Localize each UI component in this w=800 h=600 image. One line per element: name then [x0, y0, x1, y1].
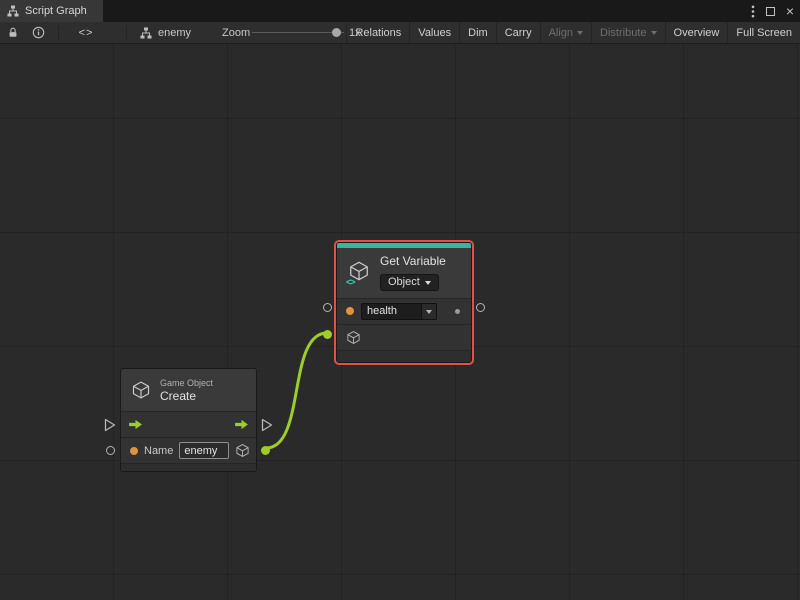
- node-category: Game Object: [160, 378, 213, 388]
- values-button[interactable]: Values: [409, 22, 459, 43]
- toolbar-buttons: Relations Values Dim Carry Align Distrib…: [346, 22, 800, 43]
- node-title: Get Variable: [380, 254, 446, 268]
- distribute-button[interactable]: Distribute: [591, 22, 664, 43]
- chevron-down-icon: [651, 31, 657, 38]
- zoom-slider-knob[interactable]: [332, 28, 341, 37]
- graph-toolbar: <> enemy Zoom 1x Relations Values Dim Ca…: [0, 22, 800, 44]
- toolbar-separator: [126, 25, 127, 40]
- graph-canvas[interactable]: Game Object Create Name <>: [0, 44, 800, 600]
- node-footer: [121, 464, 256, 471]
- output-port-dot-icon: [455, 309, 460, 314]
- flow-in-arrow-icon: [128, 419, 143, 430]
- node-footer: [337, 351, 471, 362]
- graph-icon: [7, 5, 19, 17]
- name-label: Name: [144, 445, 173, 457]
- game-object-output-icon: [235, 443, 250, 458]
- graph-name: enemy: [158, 27, 191, 39]
- relations-button[interactable]: Relations: [346, 22, 409, 43]
- variable-name: health: [362, 304, 421, 319]
- chevron-down-icon: [577, 31, 583, 38]
- window-controls: ×: [751, 0, 794, 22]
- align-button[interactable]: Align: [540, 22, 591, 43]
- tab-script-graph[interactable]: Script Graph: [0, 0, 103, 22]
- node-get-variable[interactable]: <> Get Variable Object health: [336, 242, 472, 363]
- flow-out-arrow-icon: [234, 419, 249, 430]
- window-titlebar: Script Graph ×: [0, 0, 800, 22]
- variable-name-row: health: [337, 299, 471, 325]
- value-port-dot-icon: [130, 447, 138, 455]
- full-screen-button[interactable]: Full Screen: [727, 22, 800, 43]
- game-object-icon: [131, 380, 151, 400]
- zoom-slider[interactable]: [252, 22, 344, 43]
- close-icon[interactable]: ×: [786, 4, 794, 18]
- chevron-down-icon: [421, 304, 436, 319]
- lock-icon[interactable]: [5, 22, 21, 43]
- node-title: Create: [160, 389, 213, 403]
- value-output-port[interactable]: [476, 303, 485, 312]
- toolbar-separator: [58, 25, 59, 40]
- menu-kebab-icon[interactable]: [751, 5, 755, 18]
- code-badge-icon: <>: [346, 277, 355, 287]
- carry-button[interactable]: Carry: [496, 22, 540, 43]
- dim-button[interactable]: Dim: [459, 22, 496, 43]
- variable-name-dropdown[interactable]: health: [361, 303, 437, 320]
- variable-scope-dropdown[interactable]: Object: [380, 274, 439, 291]
- name-input[interactable]: [179, 442, 229, 459]
- control-flow-row: [121, 412, 256, 438]
- object-input-port[interactable]: [323, 330, 332, 339]
- graph-icon: [140, 27, 152, 39]
- game-object-output-port[interactable]: [261, 446, 270, 455]
- node-create-header[interactable]: Game Object Create: [121, 369, 256, 412]
- control-input-port[interactable]: [104, 418, 116, 432]
- graph-reference[interactable]: enemy: [140, 22, 191, 43]
- overview-button[interactable]: Overview: [665, 22, 728, 43]
- chevron-down-icon: [425, 281, 431, 288]
- variable-scope: Object: [388, 276, 420, 288]
- node-get-variable-header[interactable]: <> Get Variable Object: [337, 248, 471, 299]
- value-input-port[interactable]: [106, 446, 115, 455]
- object-input-row: [337, 325, 471, 351]
- info-icon[interactable]: [30, 22, 46, 43]
- zoom-slider-track: [252, 32, 344, 33]
- value-input-port[interactable]: [323, 303, 332, 312]
- tab-title: Script Graph: [25, 5, 87, 17]
- zoom-label: Zoom: [222, 22, 250, 43]
- game-object-input-icon: [346, 330, 361, 345]
- node-create-game-object[interactable]: Game Object Create Name: [120, 368, 257, 472]
- control-output-port[interactable]: [261, 418, 273, 432]
- get-variable-icon: <>: [348, 260, 372, 284]
- maximize-icon[interactable]: [766, 7, 775, 16]
- code-view-icon[interactable]: <>: [74, 22, 98, 43]
- name-parameter-row: Name: [121, 438, 256, 464]
- value-port-dot-icon: [346, 307, 354, 315]
- connection-wire[interactable]: [266, 333, 327, 448]
